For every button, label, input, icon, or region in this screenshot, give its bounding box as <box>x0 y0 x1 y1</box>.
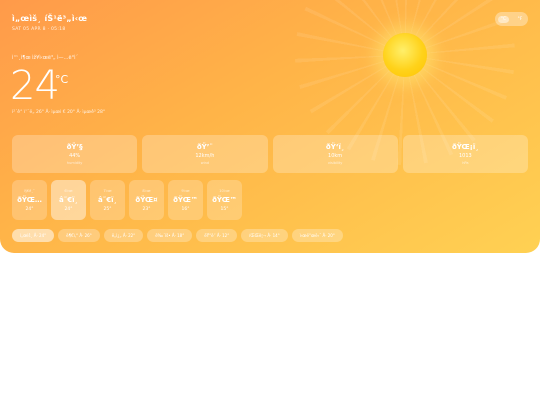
stat-label: visibility <box>327 161 343 165</box>
unit-celsius-button[interactable]: °C <box>497 15 510 23</box>
hour-temperature: 16° <box>181 206 190 212</box>
unit-toggle[interactable]: °C °F <box>495 12 528 26</box>
stat-card-visibility: ðŸ‘ï¸ 10km visibility <box>272 135 398 173</box>
weather-app: ì„œìš¸ íŠ¹ë³„ì‹œ SAT 05 APR 8 · 05:18 °C… <box>0 0 540 253</box>
hour-temperature: 15° <box>220 206 229 212</box>
hour-temperature: 24° <box>64 206 73 212</box>
city-name: ì„œìš¸ íŠ¹ë³„ì‹œ <box>12 14 88 23</box>
city-chips: ì„œìš¸ Â· 24° ë¶€ì‚° Â· 26° ë„ì¿„ Â· 22°… <box>12 229 343 242</box>
city-chip[interactable]: ë„ì¿„ Â· 22° <box>103 229 144 242</box>
stat-value: 10km <box>328 153 343 159</box>
thermometer-icon: ðŸŒ¡ï¸ <box>451 143 479 151</box>
city-chip[interactable]: ëŸ°ë˜ Â· 12° <box>196 229 238 242</box>
hour-time: 8ì‹œ <box>142 188 151 193</box>
stat-label: hPa <box>462 161 469 165</box>
moon-icon: ðŸŒ™ <box>212 195 237 204</box>
eye-icon: ðŸ‘ï¸ <box>325 143 345 151</box>
hour-time: 9ì‹œ <box>181 188 190 193</box>
hourly-item[interactable]: 10ì‹œ ðŸŒ™ 15° <box>207 180 242 220</box>
stats-row: ðŸ’§ 44% humidity ðŸ’¨ 12km/h wind ðŸ‘ï¸… <box>12 135 528 173</box>
sunrise-icon: ðŸŒ… <box>17 195 42 204</box>
feels-like-text: ì²´ê° ì˜¨ë„ 26° Â· ìµœì € 20° Â· ìµœê³ 2… <box>12 110 106 115</box>
sun-icon <box>383 33 427 77</box>
hour-temperature: 23° <box>142 206 151 212</box>
hourly-item[interactable]: ì§€ê¸ˆ ðŸŒ… 24° <box>12 180 47 220</box>
condition-text: ì™¸ì¶œ ìž¥ì‹œë³„ ì—…ë°ì´ <box>12 55 78 61</box>
partly-cloudy-icon: ðŸŒ¤ <box>135 195 158 204</box>
hour-time: 10ì‹œ <box>219 188 230 193</box>
stat-value: 12km/h <box>195 153 215 159</box>
temperature-unit: °C <box>55 73 69 86</box>
stat-value: 44% <box>69 153 81 159</box>
hour-time: ì§€ê¸ˆ <box>24 188 35 193</box>
stat-card-wind: ðŸ’¨ 12km/h wind <box>142 135 268 173</box>
hour-time: 6ì‹œ <box>64 188 73 193</box>
hourly-forecast: ì§€ê¸ˆ ðŸŒ… 24° 6ì‹œ â˜€ï¸ 24° 7ì‹œ â˜€ï… <box>12 180 242 220</box>
stat-card-pressure: ðŸŒ¡ï¸ 1013 hPa <box>402 135 528 173</box>
city-chip[interactable]: ì‹œë“œë‹ˆ Â· 20° <box>291 229 343 242</box>
stat-value: 1013 <box>459 153 472 159</box>
moon-icon: ðŸŒ™ <box>173 195 198 204</box>
city-chip[interactable]: ì„œìš¸ Â· 24° <box>12 229 55 242</box>
city-chip[interactable]: ë¶€ì‚° Â· 26° <box>58 229 100 242</box>
hourly-item[interactable]: 9ì‹œ ðŸŒ™ 16° <box>168 180 203 220</box>
wind-icon: ðŸ’¨ <box>196 143 213 151</box>
sun-icon: â˜€ï¸ <box>98 195 117 204</box>
humidity-icon: ðŸ’§ <box>66 143 83 151</box>
sun-icon: â˜€ï¸ <box>59 195 78 204</box>
city-chip[interactable]: íŒŒë¦¬ Â· 14° <box>241 229 288 242</box>
unit-fahrenheit-button[interactable]: °F <box>514 16 525 23</box>
hour-temperature: 24° <box>25 206 34 212</box>
current-temperature: 24 <box>10 63 60 109</box>
stat-label: wind <box>200 161 210 165</box>
date-time: SAT 05 APR 8 · 05:18 <box>12 27 66 32</box>
hourly-item[interactable]: 6ì‹œ â˜€ï¸ 24° <box>51 180 86 220</box>
hour-time: 7ì‹œ <box>103 188 112 193</box>
hour-temperature: 25° <box>103 206 112 212</box>
hourly-item[interactable]: 8ì‹œ ðŸŒ¤ 23° <box>129 180 164 220</box>
stat-card-humidity: ðŸ’§ 44% humidity <box>12 135 138 173</box>
hourly-item[interactable]: 7ì‹œ â˜€ï¸ 25° <box>90 180 125 220</box>
city-chip[interactable]: ë‰´ìš• Â· 18° <box>147 229 193 242</box>
stat-label: humidity <box>66 161 83 165</box>
